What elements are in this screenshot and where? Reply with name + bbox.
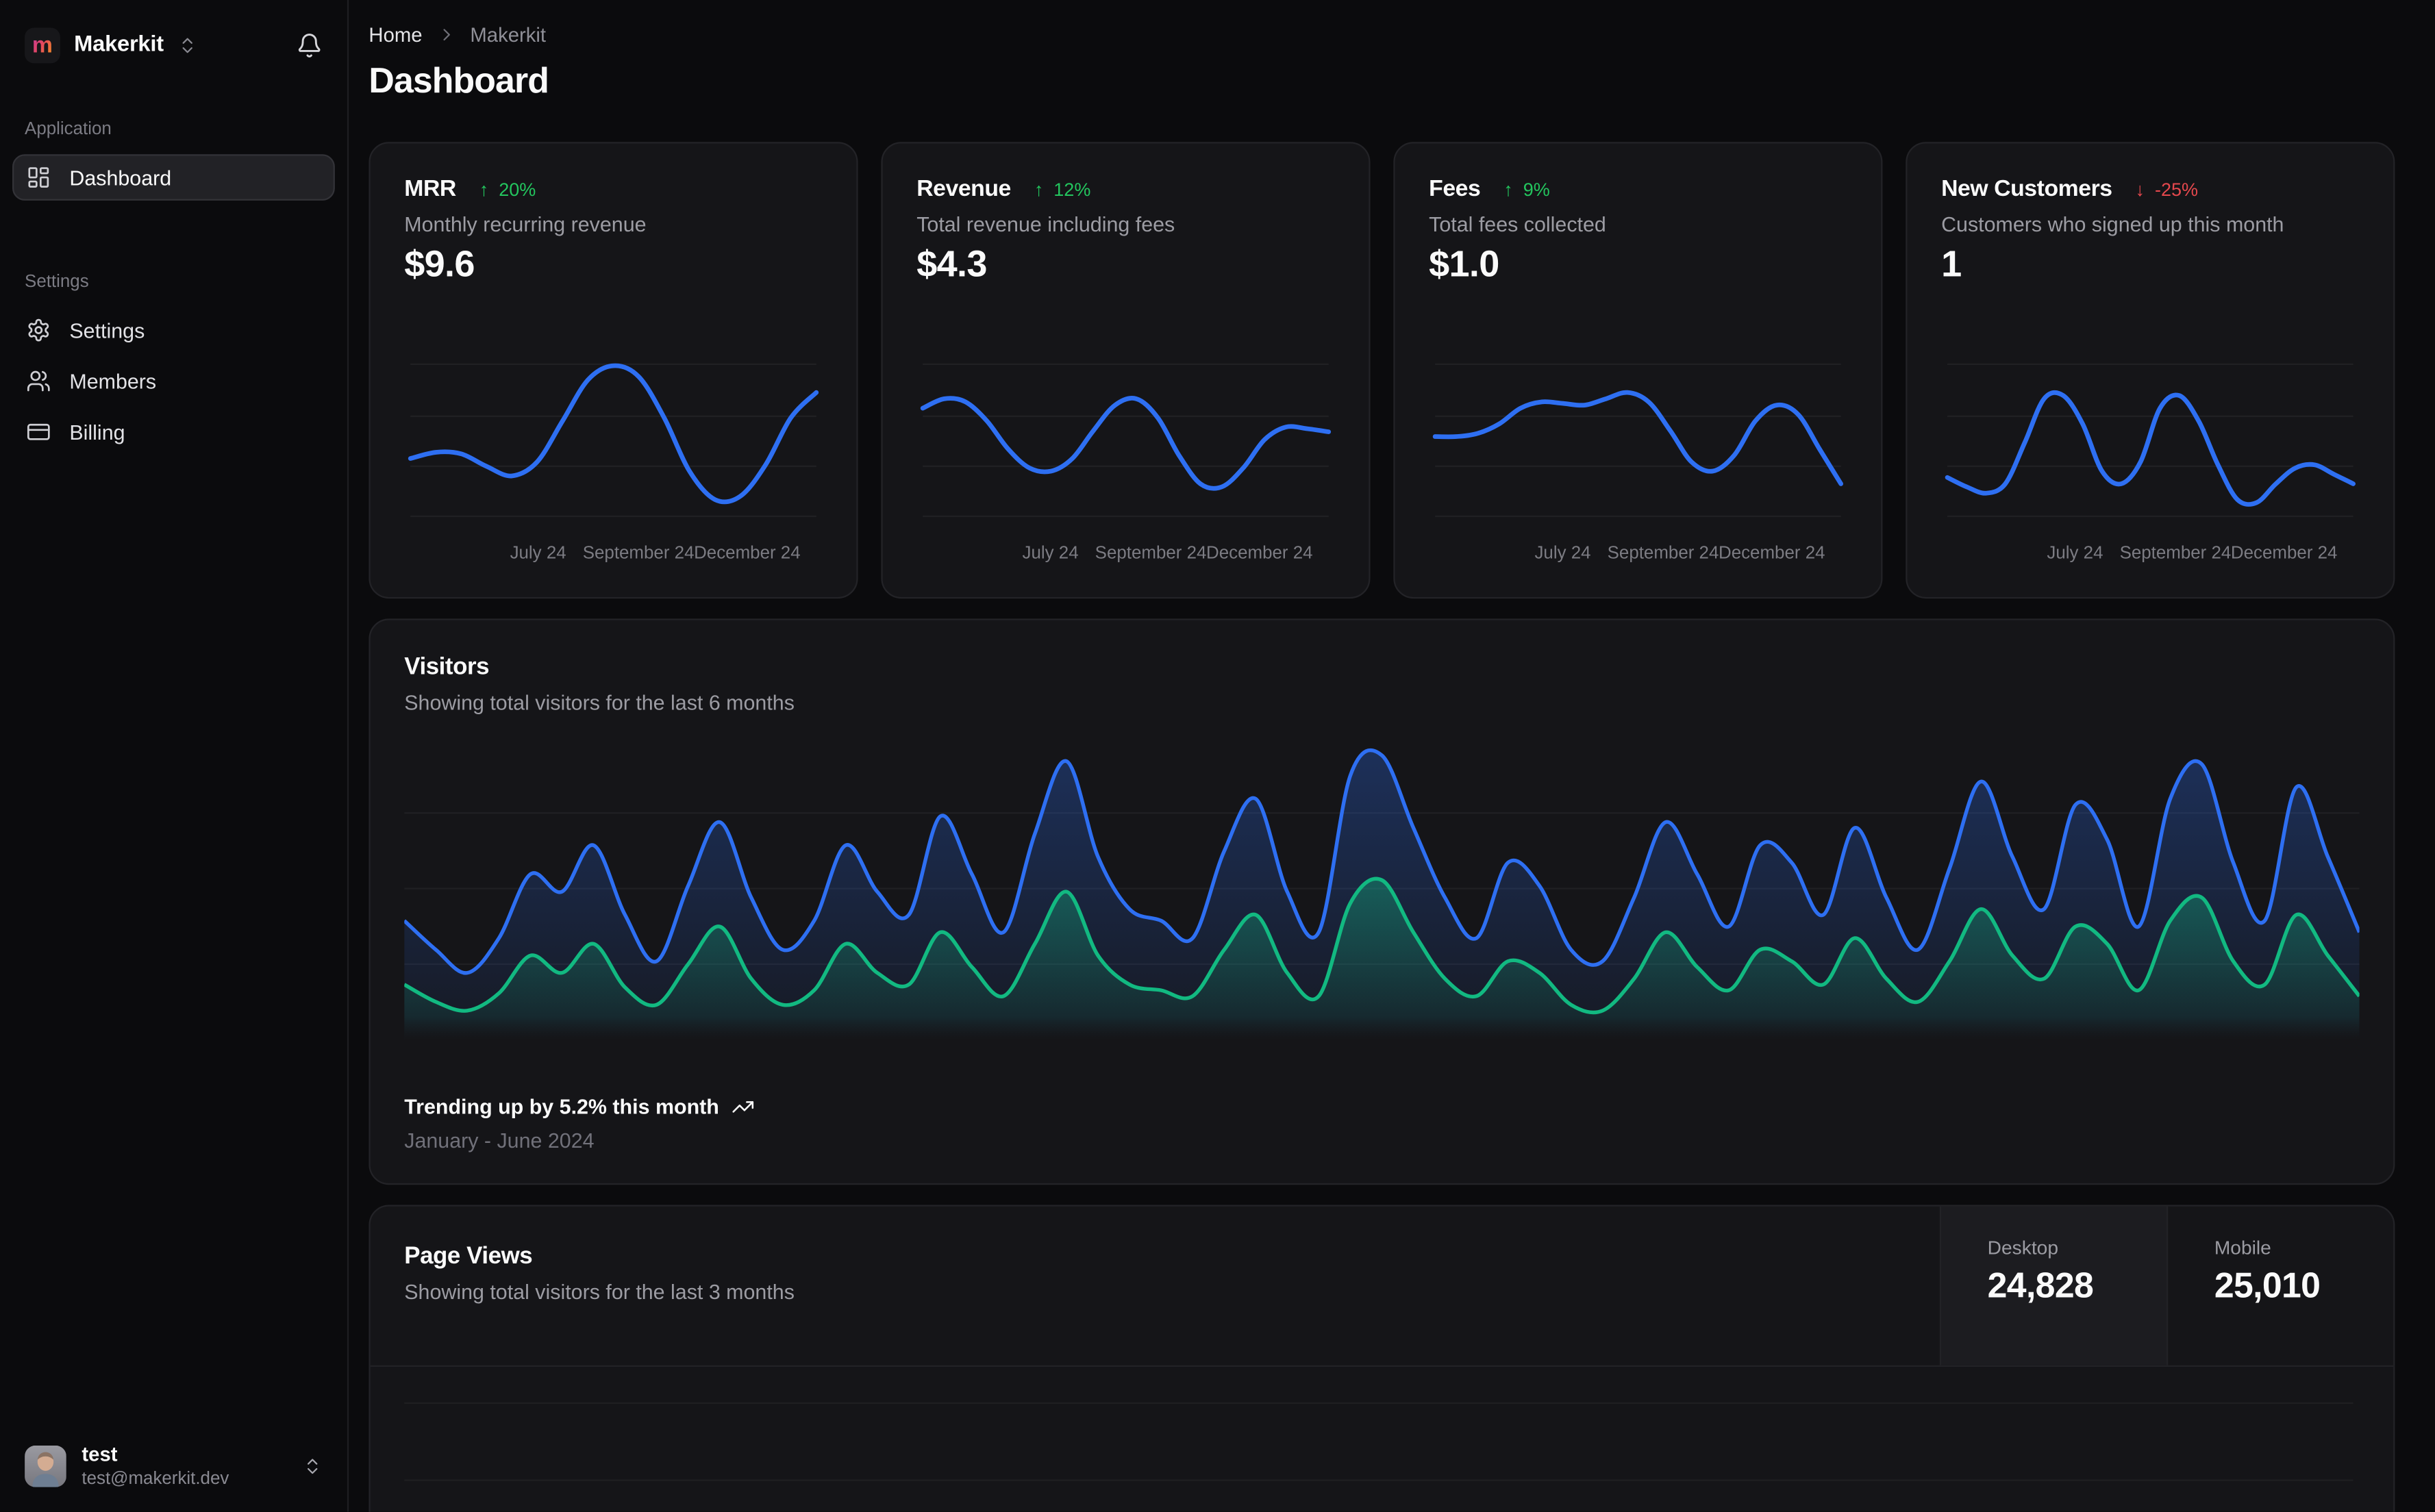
page-views-toggle-mobile[interactable]: Mobile 25,010 [2166, 1206, 2393, 1365]
sparkline-chart: July 24 September 24 December 24 [916, 352, 1335, 576]
page-title: Dashboard [369, 60, 549, 101]
stat-card-mrr: MRR ↑ 20% Monthly recurring revenue $9.6 Jul… [369, 142, 858, 599]
sidebar-item-dashboard[interactable]: Dashboard [12, 154, 335, 201]
chevrons-up-down-icon [303, 1457, 323, 1477]
trend-badge: ↑ 20% [479, 178, 536, 200]
x-axis-label: September 24 [1095, 544, 1207, 564]
main-content: Home Makerkit Dashboard MRR ↑ 20% Monthly … [349, 0, 2435, 1512]
workspace-name: Makerkit [74, 32, 164, 58]
stat-value: 1 [1941, 243, 1962, 286]
user-email: test@makerkit.dev [82, 1470, 229, 1489]
bell-icon[interactable] [297, 32, 323, 58]
sidebar-item-label: Settings [69, 318, 145, 342]
stat-value: $1.0 [1429, 243, 1499, 286]
x-axis-label: September 24 [1607, 544, 1719, 564]
stat-description: Monthly recurring revenue [404, 212, 647, 236]
sidebar-item-members[interactable]: Members [12, 358, 335, 405]
stat-description: Customers who signed up this month [1941, 212, 2284, 236]
x-axis-label: July 24 [2047, 544, 2103, 564]
trend-badge: ↑ 12% [1034, 178, 1091, 200]
sidebar-item-billing[interactable]: Billing [12, 409, 335, 455]
stat-card-fees: Fees ↑ 9% Total fees collected $1.0 July 24 S… [1393, 142, 1883, 599]
stat-description: Total fees collected [1429, 212, 1606, 236]
user-name: test [82, 1442, 118, 1465]
mobile-value: 25,010 [2214, 1265, 2321, 1305]
stat-title: Revenue [916, 175, 1011, 203]
breadcrumb-home[interactable]: Home [369, 23, 422, 47]
sparkline-chart: July 24 September 24 December 24 [404, 352, 823, 576]
page-views-header: Page Views Showing total visitors for th… [370, 1206, 2394, 1368]
x-axis-label: July 24 [1022, 544, 1079, 564]
x-axis-label: July 24 [510, 544, 566, 564]
sparkline-chart: July 24 September 24 December 24 [1429, 352, 1847, 576]
desktop-label: Desktop [1987, 1237, 2058, 1259]
gear-icon [26, 318, 51, 342]
dashboard-icon [26, 165, 51, 190]
workspace-selector[interactable]: m Makerkit [0, 22, 347, 68]
nav-section-label: Application [25, 120, 112, 139]
x-axis-label: December 24 [2230, 544, 2338, 564]
visitors-subtitle: Showing total visitors for the last 6 mo… [404, 691, 795, 715]
x-axis-label: December 24 [1718, 544, 1825, 564]
stat-description: Total revenue including fees [916, 212, 1175, 236]
sparkline-chart: July 24 September 24 December 24 [1941, 352, 2360, 576]
trend-badge: ↓ -25% [2135, 178, 2199, 200]
stat-value: $4.3 [916, 243, 987, 286]
stat-value: $9.6 [404, 243, 475, 286]
logo-letter: m [32, 32, 53, 58]
sidebar-nav: Application Dashboard Settings Settings Memb… [0, 121, 347, 460]
breadcrumb-makerkit[interactable]: Makerkit [470, 23, 546, 47]
page-views-bar-chart [404, 1367, 2353, 1512]
desktop-value: 24,828 [1987, 1265, 2094, 1305]
avatar [25, 1446, 66, 1488]
trend-text: Trending up by 5.2% this month [404, 1095, 719, 1119]
sidebar-item-label: Billing [69, 420, 125, 444]
visitors-title: Visitors [404, 654, 490, 681]
x-axis-label: December 24 [694, 544, 801, 564]
trend-range: January - June 2024 [404, 1129, 595, 1152]
stat-card-new-customers: New Customers ↓ -25% Customers who signed … [1906, 142, 2395, 599]
visitors-footer: Trending up by 5.2% this month January -… [404, 1096, 2359, 1152]
stat-title: MRR [404, 175, 456, 203]
stat-title: New Customers [1941, 175, 2112, 203]
mobile-label: Mobile [2214, 1237, 2271, 1259]
page-views-subtitle: Showing total visitors for the last 3 mo… [404, 1280, 795, 1304]
breadcrumb: Home Makerkit [369, 23, 2395, 47]
chevrons-up-down-icon [177, 35, 197, 55]
user-menu[interactable]: test test@makerkit.dev [0, 1435, 347, 1494]
stat-card-revenue: Revenue ↑ 12% Total revenue including fees… [881, 142, 1371, 599]
makerkit-logo: m [25, 27, 60, 63]
visitors-card: Visitors Showing total visitors for the … [369, 618, 2395, 1185]
sidebar: m Makerkit Application Dashboard Settings S… [0, 0, 349, 1512]
stat-title: Fees [1429, 175, 1481, 203]
sidebar-item-label: Dashboard [69, 166, 172, 189]
x-axis-label: December 24 [1206, 544, 1313, 564]
x-axis-label: September 24 [582, 544, 695, 564]
nav-section-label: Settings [25, 273, 89, 292]
page-views-card: Page Views Showing total visitors for th… [369, 1205, 2395, 1512]
chevron-right-icon [436, 25, 456, 45]
page-views-toggle-desktop[interactable]: Desktop 24,828 [1939, 1206, 2167, 1365]
x-axis-label: September 24 [2119, 544, 2232, 564]
stat-cards-row: MRR ↑ 20% Monthly recurring revenue $9.6 Jul… [369, 142, 2395, 599]
chart-bottom-fade [404, 1016, 2360, 1040]
x-axis-label: July 24 [1534, 544, 1591, 564]
app-root: m Makerkit Application Dashboard Settings S… [0, 0, 2435, 1512]
sidebar-item-label: Members [69, 369, 157, 393]
visitors-area-chart [404, 738, 2360, 1040]
user-meta: test test@makerkit.dev [82, 1442, 229, 1490]
trending-up-icon [732, 1096, 755, 1119]
credit-card-icon [26, 420, 51, 444]
sidebar-item-settings[interactable]: Settings [12, 307, 335, 353]
users-icon [26, 368, 51, 393]
page-views-title: Page Views [404, 1243, 533, 1270]
trend-badge: ↑ 9% [1503, 178, 1550, 200]
